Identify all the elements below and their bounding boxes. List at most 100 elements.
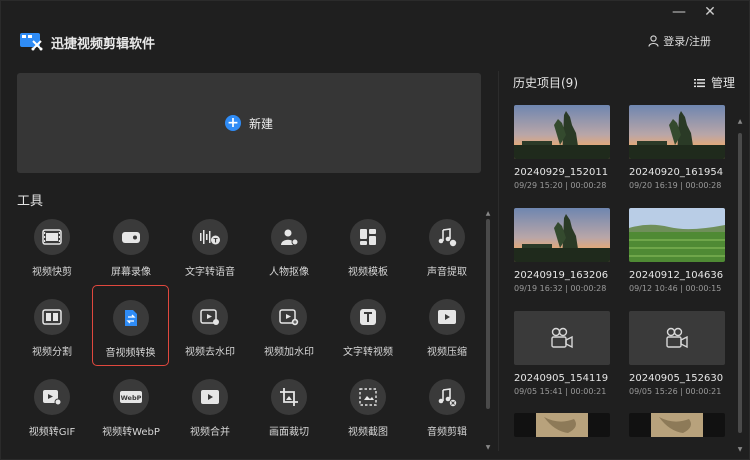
tool-label: 视频转GIF xyxy=(28,427,76,438)
video-thumbnail xyxy=(629,208,725,262)
convert-icon xyxy=(112,300,149,336)
history-item[interactable]: 20240929_152011 09/29 15:20 | 00:00:28 xyxy=(514,105,610,190)
screenshot-icon xyxy=(350,379,386,415)
new-project-button[interactable]: + 新建 xyxy=(17,73,481,173)
history-item-meta: 09/05 15:41 | 00:00:21 xyxy=(514,387,607,396)
scroll-down-icon[interactable]: ▼ xyxy=(737,447,743,453)
app-title: 迅捷视频剪辑软件 xyxy=(51,37,156,52)
split-icon xyxy=(34,299,70,335)
tool-label: 视频去水印 xyxy=(185,347,235,358)
history-item-name: 20240905_154119 xyxy=(514,373,609,384)
tool-add-watermark[interactable]: 视频加水印 xyxy=(251,299,327,365)
tool-text-to-speech[interactable]: T 文字转语音 xyxy=(172,219,248,285)
tool-video-to-gif[interactable]: 视频转GIF xyxy=(14,379,90,445)
tool-video-merge[interactable]: 视频合并 xyxy=(172,379,248,445)
crop-icon xyxy=(271,379,307,415)
tool-video-compress[interactable]: 视频压缩 xyxy=(409,299,485,365)
video-thumbnail xyxy=(629,413,725,437)
title-bar: 迅捷视频剪辑软件 — ✕ 登录/注册 xyxy=(1,1,750,71)
history-item-meta: 09/20 16:19 | 00:00:28 xyxy=(629,181,722,190)
tool-screen-record[interactable]: 屏幕录像 xyxy=(93,219,169,285)
tool-label: 视频截图 xyxy=(348,427,388,438)
video-thumbnail xyxy=(629,105,725,159)
tool-label: 音视频转换 xyxy=(105,348,156,359)
video-thumbnail xyxy=(514,105,610,159)
tool-audio-edit[interactable]: 音频剪辑 xyxy=(409,379,485,445)
manage-button[interactable]: 管理 xyxy=(694,74,735,91)
tool-label: 屏幕录像 xyxy=(111,267,151,278)
tool-video-split[interactable]: 视频分割 xyxy=(14,299,90,365)
video-thumbnail xyxy=(514,413,610,437)
history-item[interactable]: 20240920_161954 09/20 16:19 | 00:00:28 xyxy=(629,105,725,190)
history-item[interactable]: 20240905_154119 09/05 15:41 | 00:00:21 xyxy=(514,311,610,396)
history-title: 历史项目(9) xyxy=(513,76,578,90)
camera-icon xyxy=(113,219,149,255)
template-icon xyxy=(350,219,386,255)
video-placeholder-icon xyxy=(514,311,610,365)
list-icon xyxy=(694,78,705,87)
app-window: 迅捷视频剪辑软件 — ✕ 登录/注册 + 新建 工具 视频快剪 屏幕录像 T 文… xyxy=(0,0,750,460)
history-item-name: 20240912_104636 xyxy=(629,270,724,281)
film-icon xyxy=(34,219,70,255)
tools-scrollbar[interactable]: ▲ ▼ xyxy=(485,211,491,451)
video-placeholder-icon xyxy=(629,311,725,365)
tool-label: 声音提取 xyxy=(427,267,467,278)
audio-edit-icon xyxy=(429,379,465,415)
text-to-video-icon xyxy=(350,299,386,335)
tool-label: 画面裁切 xyxy=(269,427,309,438)
tool-video-quick-cut[interactable]: 视频快剪 xyxy=(14,219,90,285)
add-watermark-icon xyxy=(271,299,307,335)
tool-label: 文字转视频 xyxy=(343,347,393,358)
scroll-up-icon[interactable]: ▲ xyxy=(485,211,491,217)
history-item[interactable] xyxy=(514,413,610,437)
new-project-label: 新建 xyxy=(248,116,273,131)
tool-label: 视频快剪 xyxy=(32,267,72,278)
video-thumbnail xyxy=(514,208,610,262)
tool-label: 音频剪辑 xyxy=(427,427,467,438)
music-extract-icon xyxy=(429,219,465,255)
scrollbar-thumb[interactable] xyxy=(738,133,742,433)
app-logo-icon xyxy=(20,33,43,51)
close-button[interactable]: ✕ xyxy=(699,3,721,21)
history-item[interactable]: 20240912_104636 09/12 10:46 | 00:00:15 xyxy=(629,208,725,293)
history-scrollbar[interactable]: ▲ ▼ xyxy=(737,119,743,455)
login-button[interactable]: 登录/注册 xyxy=(648,33,711,49)
svg-text:WebP: WebP xyxy=(121,394,142,402)
text-to-speech-icon: T xyxy=(192,219,228,255)
tool-av-convert[interactable]: 音视频转换 xyxy=(92,285,169,366)
compress-icon xyxy=(429,299,465,335)
webp-icon: WebP xyxy=(113,379,149,415)
tool-person-cutout[interactable]: 人物抠像 xyxy=(251,219,327,285)
plus-icon: + xyxy=(224,115,241,131)
tools-title: 工具 xyxy=(17,194,44,209)
history-item-meta: 09/05 15:26 | 00:00:21 xyxy=(629,387,722,396)
tool-remove-watermark[interactable]: 视频去水印 xyxy=(172,299,248,365)
tool-video-template[interactable]: 视频模板 xyxy=(330,219,406,285)
remove-watermark-icon xyxy=(192,299,228,335)
minimize-button[interactable]: — xyxy=(668,3,690,21)
tool-text-to-video[interactable]: 文字转视频 xyxy=(330,299,406,365)
user-icon xyxy=(648,35,659,47)
tool-video-screenshot[interactable]: 视频截图 xyxy=(330,379,406,445)
scroll-down-icon[interactable]: ▼ xyxy=(485,445,491,451)
tool-label: 视频压缩 xyxy=(427,347,467,358)
history-item[interactable] xyxy=(629,413,725,437)
panel-divider xyxy=(498,71,499,451)
manage-label: 管理 xyxy=(711,76,736,90)
scroll-up-icon[interactable]: ▲ xyxy=(737,119,743,125)
scrollbar-thumb[interactable] xyxy=(486,219,490,409)
history-item[interactable]: 20240905_152630 09/05 15:26 | 00:00:21 xyxy=(629,311,725,396)
tool-audio-extract[interactable]: 声音提取 xyxy=(409,219,485,285)
history-item[interactable]: 20240919_163206 09/19 16:32 | 00:00:28 xyxy=(514,208,610,293)
merge-icon xyxy=(192,379,228,415)
login-label: 登录/注册 xyxy=(663,35,711,48)
history-item-name: 20240929_152011 xyxy=(514,167,609,178)
history-item-meta: 09/29 15:20 | 00:00:28 xyxy=(514,181,607,190)
history-item-name: 20240919_163206 xyxy=(514,270,609,281)
gif-icon xyxy=(34,379,70,415)
tool-label: 视频模板 xyxy=(348,267,388,278)
tool-crop[interactable]: 画面裁切 xyxy=(251,379,327,445)
history-item-name: 20240920_161954 xyxy=(629,167,724,178)
tool-label: 视频合并 xyxy=(190,427,230,438)
tool-video-to-webp[interactable]: WebP 视频转WebP xyxy=(93,379,169,445)
